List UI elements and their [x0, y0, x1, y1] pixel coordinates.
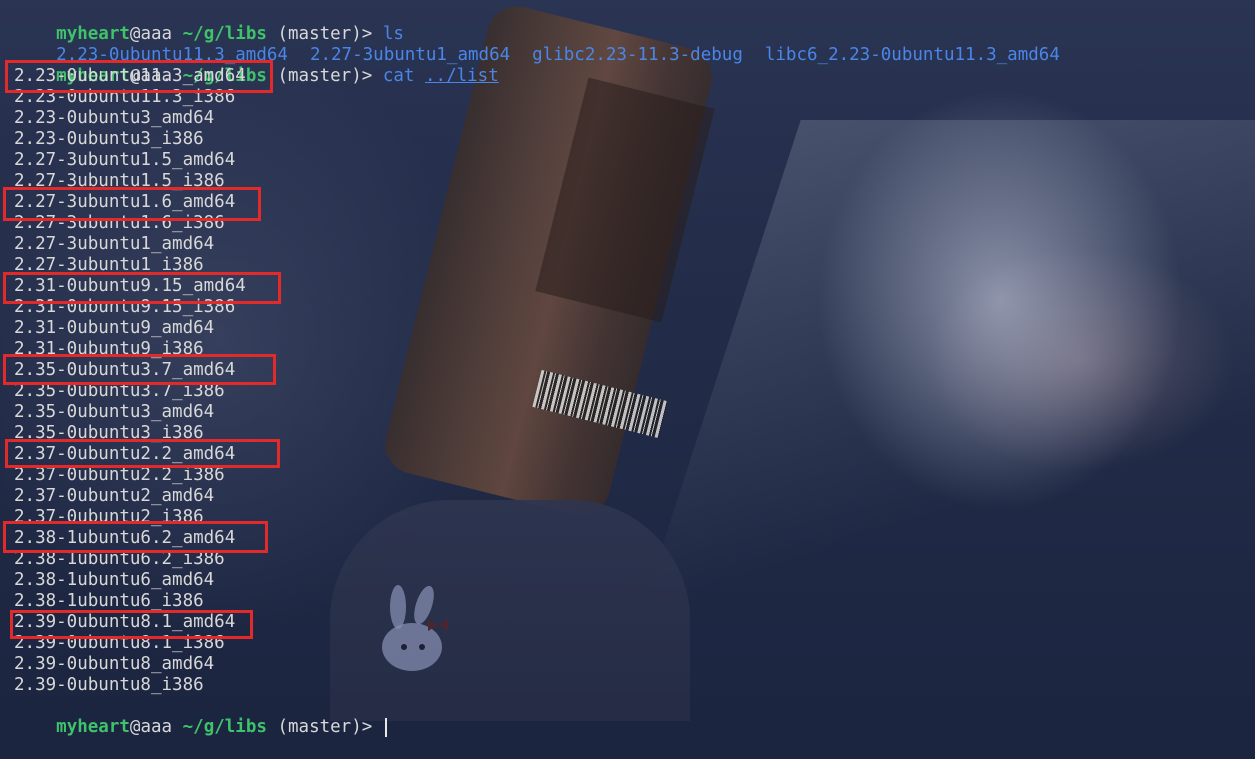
ls-output-row: 2.23-0ubuntu11.3_amd64 2.27-3ubuntu1_amd6…	[14, 24, 1082, 65]
highlight-box	[5, 60, 273, 93]
highlight-box	[10, 610, 253, 639]
command-cat: cat	[382, 66, 415, 86]
list-item: 2.23-0ubuntu3_amd64	[14, 108, 215, 128]
list-item: 2.39-0ubuntu8_amd64	[14, 654, 215, 674]
prompt-branch: (master)>	[277, 66, 373, 86]
terminal-window[interactable]: myheart@aaa ~/g/libs (master)> ls 2.23-0…	[0, 0, 1255, 737]
prompt-branch: (master)>	[277, 717, 373, 737]
list-item: 2.31-0ubuntu9_amd64	[14, 318, 215, 338]
list-item: 2.35-0ubuntu3_amd64	[14, 402, 215, 422]
highlight-box	[3, 354, 276, 385]
list-item: 2.27-3ubuntu1.5_amd64	[14, 150, 236, 170]
text-cursor	[384, 717, 387, 737]
list-item: 2.23-0ubuntu3_i386	[14, 129, 204, 149]
highlight-box	[5, 439, 280, 468]
prompt-user: myheart	[56, 717, 130, 737]
list-item: 2.38-1ubuntu6_i386	[14, 591, 204, 611]
prompt-line-current[interactable]: myheart@aaa ~/g/libs (master)>	[14, 696, 387, 737]
prompt-line-ls: myheart@aaa ~/g/libs (master)> ls	[14, 3, 404, 44]
list-item: 2.38-1ubuntu6_amd64	[14, 570, 215, 590]
ls-entry[interactable]: libc6_2.23-0ubuntu11.3_amd64	[765, 45, 1060, 65]
ls-entry[interactable]: glibc2.23-11.3-debug	[532, 45, 743, 65]
list-item: 2.37-0ubuntu2_amd64	[14, 486, 215, 506]
highlight-box	[3, 272, 281, 304]
list-item: 2.27-3ubuntu1_amd64	[14, 234, 215, 254]
list-item: 2.39-0ubuntu8_i386	[14, 675, 204, 695]
prompt-path: ~/g/libs	[182, 717, 267, 737]
prompt-host: @aaa	[129, 717, 173, 737]
command-cat-arg[interactable]: ../list	[425, 66, 499, 86]
list-item: 2.37-0ubuntu2.2_i386	[14, 465, 225, 485]
highlight-box	[3, 187, 261, 221]
highlight-box	[3, 521, 268, 553]
